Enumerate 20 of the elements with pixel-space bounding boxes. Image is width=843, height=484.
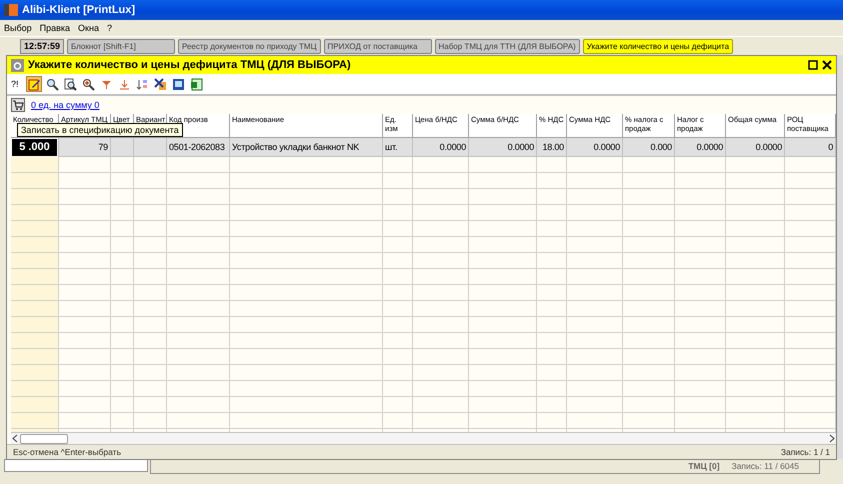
table-cell: Устройство укладки банкнот NK [230,138,383,157]
tooltip: Записать в спецификацию документа [17,123,183,137]
table-cell: 0501-2062083 [167,138,230,157]
window-title: Alibi-Klient [PrintLux] [22,4,136,16]
table-cell: 18.00 [537,138,567,157]
table-cell: 0.0000 [567,138,623,157]
key-hint: Esc-отмена ^Enter-выбрать [13,447,122,457]
table-cell: 0.0000 [726,138,785,157]
dialog-title: Укажите количество и цены дефицита ТМЦ (ДЛЯ ВЫБОРА) [28,59,352,71]
table-cell: 0 [785,138,836,157]
table-cell: 0.0000 [413,138,469,157]
table-cell: 0.000 [623,138,675,157]
table-cell: шт. [383,138,413,157]
item-count: ТМЦ [0] [688,461,720,471]
record-counter: Запись: 11 / 6045 [732,461,799,471]
table-cell: 0.0000 [469,138,537,157]
table-cell: 79 [59,138,111,157]
record-counter: Запись: 1 / 1 [780,447,830,457]
clock: 12:57:59 [20,38,64,54]
table-cell: 0.0000 [675,138,726,157]
